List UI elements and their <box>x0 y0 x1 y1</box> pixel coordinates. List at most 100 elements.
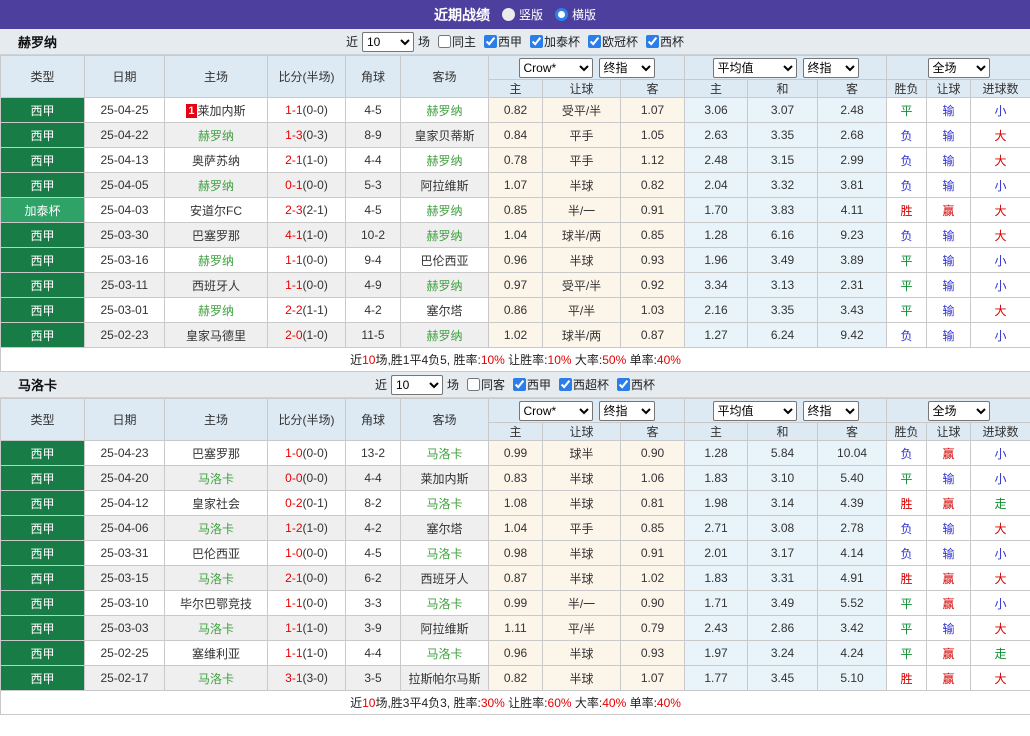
away-team-cell[interactable]: 莱加内斯 <box>400 465 489 491</box>
avg-source-select[interactable]: 平均值 <box>712 57 797 78</box>
home-team-cell[interactable]: 安道尔FC <box>164 197 268 223</box>
avg-away-cell: 3.42 <box>817 615 888 641</box>
away-team-cell[interactable]: 赫罗纳 <box>400 272 489 298</box>
away-team-cell[interactable]: 马洛卡 <box>400 440 489 466</box>
layout-option-vertical[interactable]: 竖版 <box>501 6 543 23</box>
home-team-cell[interactable]: 巴塞罗那 <box>164 222 268 248</box>
league-checkbox[interactable] <box>617 378 631 391</box>
home-team-cell[interactable]: 马洛卡 <box>164 515 268 541</box>
home-team-cell[interactable]: 塞维利亚 <box>164 640 268 666</box>
away-team-cell[interactable]: 阿拉维斯 <box>400 615 489 641</box>
home-team-cell[interactable]: 皇家马德里 <box>164 322 268 348</box>
league-filter-supercup[interactable]: 西超杯 <box>555 376 609 393</box>
avg-time-select[interactable]: 终指 <box>802 57 859 78</box>
same-venue-filter[interactable]: 同客 <box>463 376 505 393</box>
away-team-cell[interactable]: 马洛卡 <box>400 640 489 666</box>
league-filter-laliga[interactable]: 西甲 <box>480 33 522 50</box>
result-scope-select[interactable]: 全场 <box>927 400 990 421</box>
league-checkbox[interactable] <box>559 378 573 391</box>
away-team-cell[interactable]: 马洛卡 <box>400 540 489 566</box>
corner-cell: 4-5 <box>345 197 401 223</box>
home-odds-cell: 1.08 <box>488 490 543 516</box>
handicap-cell: 平手 <box>542 122 621 148</box>
away-team-cell[interactable]: 马洛卡 <box>400 490 489 516</box>
away-team-cell[interactable]: 拉斯帕尔马斯 <box>400 665 489 691</box>
away-team-cell[interactable]: 皇家贝蒂斯 <box>400 122 489 148</box>
home-team-cell[interactable]: 皇家社会 <box>164 490 268 516</box>
home-team-cell[interactable]: 赫罗纳 <box>164 122 268 148</box>
league-filter-laliga[interactable]: 西甲 <box>509 376 551 393</box>
home-team-cell[interactable]: 毕尔巴鄂竞技 <box>164 590 268 616</box>
same-venue-filter[interactable]: 同主 <box>434 33 476 50</box>
match-row: 西甲 25-02-23 皇家马德里 2-0(1-0) 11-5 赫罗纳 1.02 球半/两 0.… <box>0 322 1030 348</box>
radio-label-vertical: 竖版 <box>518 8 543 22</box>
home-team-cell[interactable]: 马洛卡 <box>164 665 268 691</box>
wdl-result-cell: 负 <box>886 147 928 173</box>
match-date-cell: 25-04-05 <box>84 172 165 198</box>
away-team-cell[interactable]: 马洛卡 <box>400 590 489 616</box>
summary-text: 让胜率: <box>504 696 548 710</box>
avg-draw-cell: 3.07 <box>747 97 819 123</box>
away-team-cell[interactable]: 赫罗纳 <box>400 197 489 223</box>
home-team-cell[interactable]: 马洛卡 <box>164 465 268 491</box>
away-team-cell[interactable]: 西班牙人 <box>400 565 489 591</box>
away-team-cell[interactable]: 塞尔塔 <box>400 297 489 323</box>
home-team-cell[interactable]: 巴伦西亚 <box>164 540 268 566</box>
home-team-cell[interactable]: 马洛卡 <box>164 565 268 591</box>
league-checkbox[interactable] <box>513 378 526 391</box>
away-team-cell[interactable]: 赫罗纳 <box>400 147 489 173</box>
avg-away-cell: 3.81 <box>817 172 888 198</box>
match-count-select[interactable]: 10 <box>361 31 414 52</box>
odds-time-select[interactable]: 终指 <box>598 400 655 421</box>
away-team-cell[interactable]: 塞尔塔 <box>400 515 489 541</box>
league-filter-copa[interactable]: 西杯 <box>613 376 655 393</box>
league-filter-ucl[interactable]: 欧冠杯 <box>584 33 638 50</box>
home-team-cell[interactable]: 马洛卡 <box>164 615 268 641</box>
away-odds-cell: 1.07 <box>619 97 686 123</box>
goals-result-cell: 小 <box>970 322 1030 348</box>
score-cell: 0-1(0-0) <box>267 172 346 198</box>
odds-source-select[interactable]: Crow* <box>518 400 593 421</box>
league-checkbox[interactable] <box>483 35 497 48</box>
goals-result-cell: 小 <box>970 465 1030 491</box>
league-checkbox[interactable] <box>588 35 602 48</box>
home-team-cell[interactable]: 西班牙人 <box>164 272 268 298</box>
col-type: 类型 <box>0 55 85 98</box>
league-filter-copa[interactable]: 西杯 <box>642 33 684 50</box>
league-checkbox[interactable] <box>530 35 543 48</box>
col-odds-handicap: 让球 <box>542 422 621 441</box>
summary-text: 大率: <box>571 353 603 367</box>
layout-option-horizontal[interactable]: 横版 <box>555 6 596 23</box>
same-venue-checkbox[interactable] <box>466 378 480 391</box>
avg-away-cell: 4.14 <box>817 540 888 566</box>
match-row: 西甲 25-04-06 马洛卡 1-2(1-0) 4-2 塞尔塔 1.04 平手 0.85 2.7… <box>0 515 1030 541</box>
result-scope-select[interactable]: 全场 <box>927 57 990 78</box>
same-venue-checkbox[interactable] <box>437 35 451 48</box>
match-date-cell: 25-02-23 <box>84 322 165 348</box>
avg-away-cell: 4.91 <box>817 565 888 591</box>
home-team-cell[interactable]: 赫罗纳 <box>164 172 268 198</box>
col-home: 主场 <box>164 55 268 98</box>
away-odds-cell: 1.05 <box>619 122 686 148</box>
home-team-cell[interactable]: 巴塞罗那 <box>164 440 268 466</box>
league-checkbox[interactable] <box>646 35 660 48</box>
goals-result-cell: 大 <box>970 147 1030 173</box>
odds-source-select[interactable]: Crow* <box>518 57 593 78</box>
home-team-cell[interactable]: 赫罗纳 <box>164 247 268 273</box>
away-team-cell[interactable]: 赫罗纳 <box>400 222 489 248</box>
avg-home-cell: 1.28 <box>684 222 749 248</box>
away-team-cell[interactable]: 阿拉维斯 <box>400 172 489 198</box>
match-count-select[interactable]: 10 <box>390 374 443 395</box>
league-filter-catalan-cup[interactable]: 加泰杯 <box>526 33 580 50</box>
avg-time-select[interactable]: 终指 <box>802 400 859 421</box>
odds-time-select[interactable]: 终指 <box>598 57 655 78</box>
away-team-cell[interactable]: 赫罗纳 <box>400 97 489 123</box>
away-team-cell[interactable]: 巴伦西亚 <box>400 247 489 273</box>
avg-source-select[interactable]: 平均值 <box>712 400 797 421</box>
home-team-cell[interactable]: 赫罗纳 <box>164 297 268 323</box>
away-team-cell[interactable]: 赫罗纳 <box>400 322 489 348</box>
home-team-cell[interactable]: 1 莱加内斯 <box>164 97 268 123</box>
avg-draw-cell: 3.17 <box>747 540 819 566</box>
away-odds-cell: 0.85 <box>619 222 686 248</box>
home-team-cell[interactable]: 奥萨苏纳 <box>164 147 268 173</box>
